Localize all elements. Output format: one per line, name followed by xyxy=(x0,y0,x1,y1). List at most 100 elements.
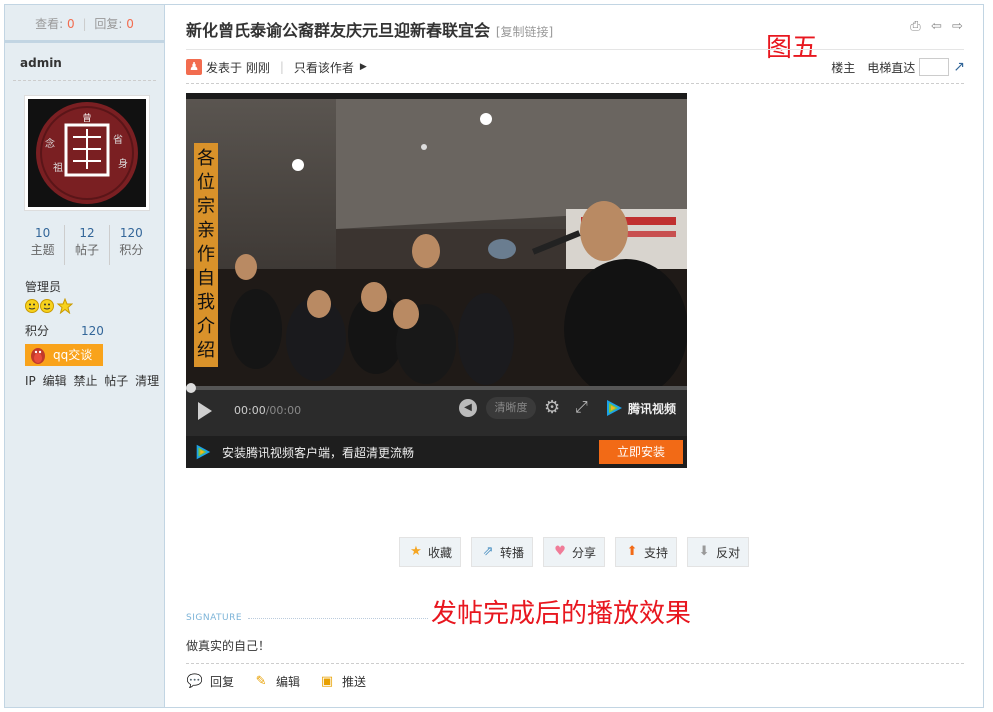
video-player[interactable]: 各位宗亲作自我介绍 00:00/00:00 ◀ 清晰度 ⚙ ⤢ 腾讯视频 安装腾… xyxy=(186,93,687,468)
avatar[interactable]: 曾 念 祖 省 身 xyxy=(24,95,150,211)
post-actions: ★ 收藏 ⇗ 转播 ♥ 分享 ⬆ 支持 ⬇ 反对 xyxy=(399,537,750,567)
share-button[interactable]: ♥ 分享 xyxy=(543,537,606,567)
copy-link-button[interactable]: [复制链接] xyxy=(496,25,553,39)
fullscreen-icon[interactable]: ⤢ xyxy=(575,397,588,417)
video-scene-image xyxy=(186,99,687,386)
support-button[interactable]: ⬆ 支持 xyxy=(615,537,678,567)
post-frame: 查看: 0 | 回复: 0 admin 曾 念 祖 省 身 10 主题 12 帖… xyxy=(4,4,984,708)
qq-chat-label: qq交谈 xyxy=(53,348,93,362)
qq-chat-button[interactable]: qq交谈 xyxy=(25,344,103,366)
floor-label: 楼主 xyxy=(831,60,856,75)
count-value: 120 xyxy=(119,226,143,240)
next-thread-icon[interactable]: ⇨ xyxy=(950,19,965,34)
prev-thread-icon[interactable]: ⇦ xyxy=(929,19,944,34)
gear-icon[interactable]: ⚙ xyxy=(544,397,560,418)
post-main: 新化曾氏泰谕公裔群友庆元旦迎新春联宜会 [复制链接] ⎙ ⇦ ⇨ 图五 ♟ 发表… xyxy=(166,5,983,707)
print-icon[interactable]: ⎙ xyxy=(908,19,923,34)
count-value: 12 xyxy=(79,226,95,240)
meta-divider-line xyxy=(186,83,964,84)
credit-row: 积分 120 xyxy=(25,322,104,339)
thread-stats: 查看: 0 | 回复: 0 xyxy=(5,5,164,43)
count-label: 积分 xyxy=(119,243,144,257)
reply-button[interactable]: 💬 回复 xyxy=(186,673,234,690)
views-label: 查看: xyxy=(35,17,64,31)
oppose-button[interactable]: ⬇ 反对 xyxy=(687,537,750,567)
share-out-icon: ⇗ xyxy=(482,544,494,559)
avatar-char-lt: 念 xyxy=(45,137,55,150)
count-posts[interactable]: 12 帖子 xyxy=(65,225,110,265)
meta-divider: | xyxy=(279,60,284,74)
time-display: 00:00/00:00 xyxy=(234,404,301,417)
support-label: 支持 xyxy=(644,545,669,560)
reply-icon: 💬 xyxy=(186,673,204,689)
admin-link-clean[interactable]: 清理 xyxy=(135,374,159,388)
author-name[interactable]: admin xyxy=(13,43,156,81)
progress-bar[interactable] xyxy=(186,383,687,393)
install-now-button[interactable]: 立即安装 xyxy=(599,440,683,464)
signature-divider xyxy=(248,618,428,619)
author-online-icon: ♟ xyxy=(186,59,202,75)
time-total: /00:00 xyxy=(265,404,302,417)
push-button[interactable]: ▣ 推送 xyxy=(318,673,366,690)
admin-link-ban[interactable]: 禁止 xyxy=(73,374,97,388)
count-value: 10 xyxy=(35,226,51,240)
repost-button[interactable]: ⇗ 转播 xyxy=(471,537,534,567)
elevator-input[interactable] xyxy=(919,58,950,76)
floor-nav: 楼主 电梯直达 ↗ xyxy=(831,57,965,77)
thread-title: 新化曾氏泰谕公裔群友庆元旦迎新春联宜会 xyxy=(186,21,491,40)
replies-count: 0 xyxy=(126,17,134,31)
admin-link-edit[interactable]: 编辑 xyxy=(43,374,67,388)
stats-divider: | xyxy=(82,17,87,31)
push-icon: ▣ xyxy=(320,673,334,689)
star-icon: ★ xyxy=(410,544,422,559)
time-current: 00:00 xyxy=(234,404,266,417)
title-divider xyxy=(186,49,964,50)
edit-pencil-icon: ✎ xyxy=(255,673,267,689)
reply-label: 回复 xyxy=(210,675,235,689)
rank-face-icons xyxy=(25,298,73,314)
credit-value: 120 xyxy=(81,324,104,338)
video-frame[interactable]: 各位宗亲作自我介绍 xyxy=(186,99,687,386)
avatar-center-char: 曾 xyxy=(82,112,91,124)
progress-knob[interactable] xyxy=(186,383,196,393)
post-time: 发表于 刚刚 xyxy=(206,60,270,75)
rank-stars xyxy=(25,298,73,314)
admin-link-ip[interactable]: IP xyxy=(25,374,36,388)
count-topics[interactable]: 10 主题 xyxy=(21,225,66,265)
tencent-video-brand[interactable]: 腾讯视频 xyxy=(604,398,676,418)
edit-button[interactable]: ✎ 编辑 xyxy=(252,673,300,690)
quality-button[interactable]: 清晰度 xyxy=(486,397,536,419)
favorite-button[interactable]: ★ 收藏 xyxy=(399,537,462,567)
tencent-video-logo-icon xyxy=(607,400,622,416)
volume-icon[interactable]: ◀ xyxy=(459,399,477,417)
count-credits[interactable]: 120 积分 xyxy=(110,225,153,265)
replies-label: 回复: xyxy=(94,17,123,31)
user-group[interactable]: 管理员 xyxy=(25,278,61,295)
footer-divider xyxy=(186,663,964,664)
count-label: 主题 xyxy=(30,243,55,257)
qq-penguin-icon xyxy=(31,348,45,364)
thread-title-row: 新化曾氏泰谕公裔群友庆元旦迎新春联宜会 [复制链接] xyxy=(186,17,553,41)
push-label: 推送 xyxy=(342,675,367,689)
admin-link-posts[interactable]: 帖子 xyxy=(104,374,128,388)
credit-label: 积分 xyxy=(25,324,50,338)
elevator-go-icon[interactable]: ↗ xyxy=(953,59,965,75)
play-icon[interactable] xyxy=(198,402,212,420)
post-meta: ♟ 发表于 刚刚 | 只看该作者 ▶ xyxy=(186,57,367,77)
oppose-label: 反对 xyxy=(716,545,741,560)
thread-tools: ⎙ ⇦ ⇨ xyxy=(908,19,965,34)
favorite-label: 收藏 xyxy=(428,545,453,560)
annotation-caption: 发帖完成后的播放效果 xyxy=(431,599,692,629)
signature-text: 做真实的自己！ xyxy=(186,639,271,653)
brand-label: 腾讯视频 xyxy=(628,401,677,416)
admin-links: IP 编辑 禁止 帖子 清理 xyxy=(25,372,162,389)
signature-label: SIGNATURE xyxy=(186,613,243,623)
video-controls: 00:00/00:00 ◀ 清晰度 ⚙ ⤢ 腾讯视频 xyxy=(186,383,687,436)
thumb-down-icon: ⬇ xyxy=(698,544,710,559)
count-label: 帖子 xyxy=(74,243,99,257)
avatar-char-rb: 身 xyxy=(118,157,128,170)
thumb-up-icon: ⬆ xyxy=(626,544,638,559)
elevator-label: 电梯直达 xyxy=(867,60,916,75)
arrow-right-icon: ▶ xyxy=(359,62,367,72)
author-only-link[interactable]: 只看该作者 xyxy=(294,59,354,76)
